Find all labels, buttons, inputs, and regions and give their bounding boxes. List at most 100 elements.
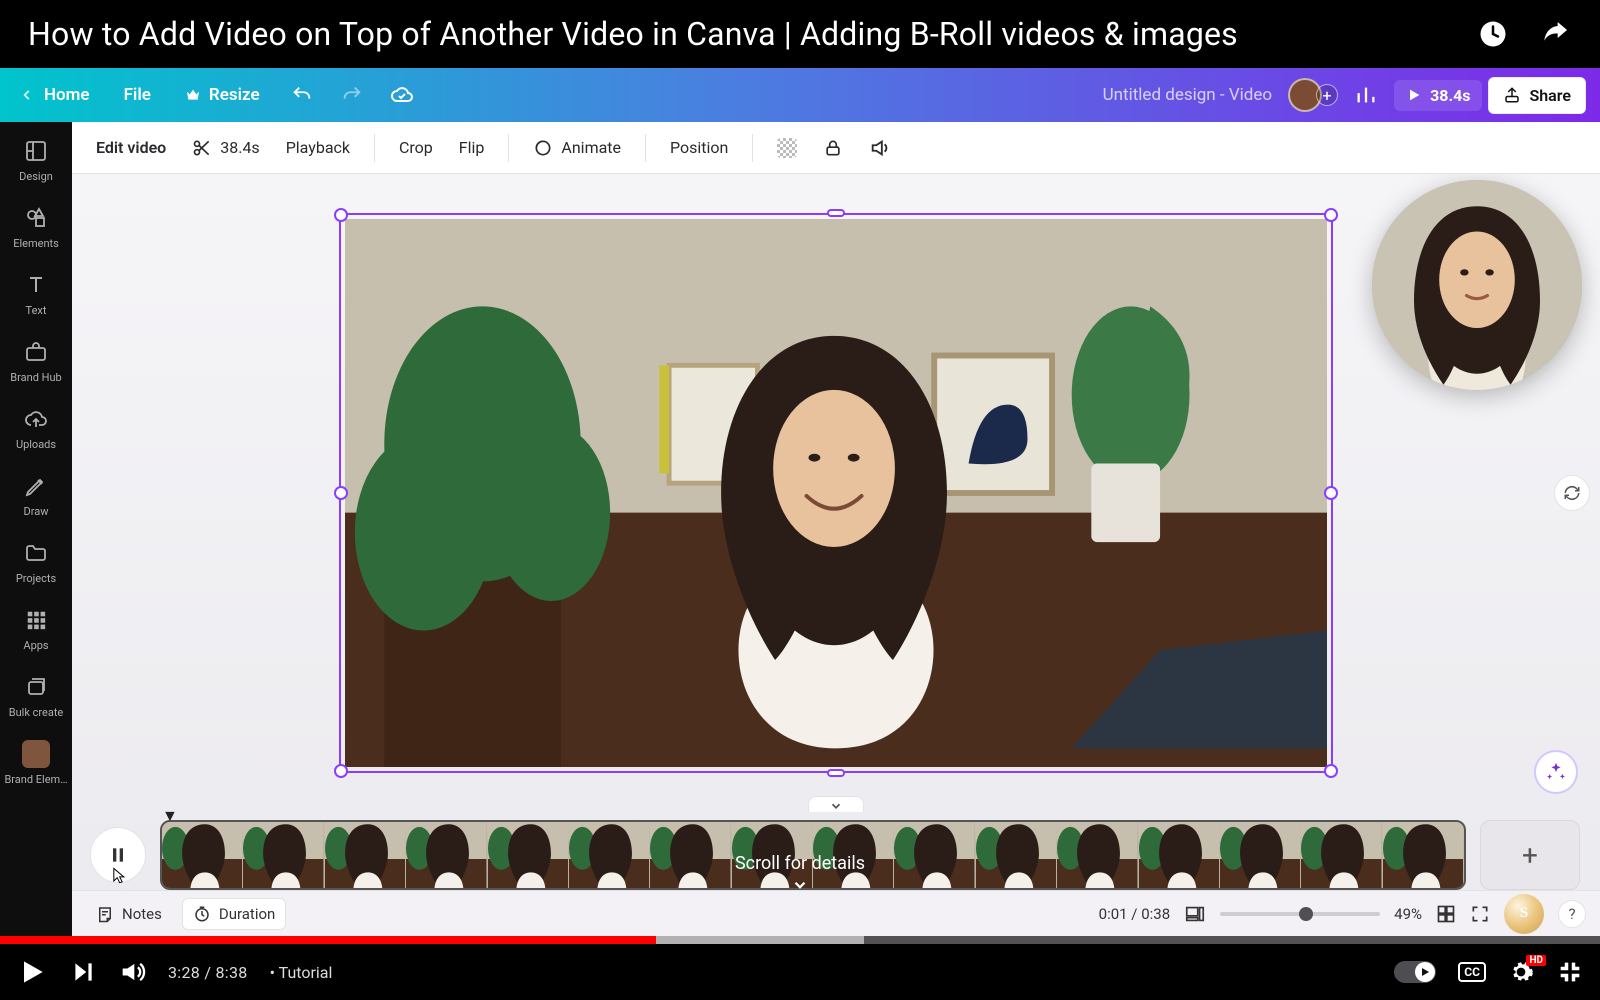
crop-button[interactable]: Crop xyxy=(391,132,441,163)
cloud-upload-icon xyxy=(24,406,48,432)
refresh-icon[interactable] xyxy=(1554,475,1590,511)
side-label: Projects xyxy=(16,572,56,585)
trim-button[interactable]: 38.4s xyxy=(184,132,267,164)
timeline-time: 0:01 / 0:38 xyxy=(1099,905,1170,923)
side-bulk-create[interactable]: Bulk create xyxy=(0,666,72,729)
animate-button[interactable]: Animate xyxy=(525,132,629,164)
document-title[interactable]: Untitled design - Video xyxy=(1103,85,1272,105)
grid-view-icon[interactable] xyxy=(1436,904,1456,924)
chevron-down-icon xyxy=(791,876,809,894)
selected-element[interactable] xyxy=(339,213,1333,773)
collaborators[interactable]: + xyxy=(1288,78,1338,112)
next-button[interactable] xyxy=(70,959,96,985)
resize-menu[interactable]: Resize xyxy=(171,77,274,113)
settings-button[interactable]: HD xyxy=(1508,959,1534,985)
page-view-icon[interactable] xyxy=(1184,903,1206,925)
shapes-icon xyxy=(24,205,48,231)
side-apps[interactable]: Apps xyxy=(0,599,72,662)
insights-icon[interactable] xyxy=(1344,75,1388,115)
captions-button[interactable]: CC xyxy=(1458,962,1486,982)
youtube-controls: 3:28 / 8:38 • Tutorial CC HD xyxy=(0,944,1600,1000)
zoom-thumb[interactable] xyxy=(1299,907,1313,921)
timeline-play-button[interactable] xyxy=(90,827,146,883)
fullscreen-icon[interactable] xyxy=(1470,904,1490,924)
volume-button[interactable] xyxy=(861,131,899,165)
exit-fullscreen-button[interactable] xyxy=(1556,958,1584,986)
cursor-icon xyxy=(108,866,128,886)
play-button[interactable] xyxy=(16,956,48,988)
side-elements[interactable]: Elements xyxy=(0,197,72,260)
scroll-hint: Scroll for details xyxy=(735,853,865,894)
video-content xyxy=(345,219,1327,767)
editor-stage: Edit video 38.4s Playback Crop Flip Anim… xyxy=(72,122,1600,936)
resize-handle[interactable] xyxy=(334,764,348,778)
folder-icon xyxy=(24,540,48,566)
autoplay-toggle[interactable] xyxy=(1394,961,1436,983)
text-icon xyxy=(24,272,48,298)
chapter-label[interactable]: • Tutorial xyxy=(270,963,333,982)
lock-button[interactable] xyxy=(815,132,851,164)
zoom-percent[interactable]: 49% xyxy=(1394,905,1422,923)
zoom-slider[interactable] xyxy=(1220,912,1380,916)
side-label: Draw xyxy=(24,505,49,518)
present-button[interactable]: 38.4s xyxy=(1394,80,1482,111)
bottom-bar: Notes Duration 0:01 / 0:38 49% S xyxy=(72,890,1600,936)
resize-handle[interactable] xyxy=(827,209,845,217)
side-draw[interactable]: Draw xyxy=(0,465,72,528)
lock-icon xyxy=(823,138,843,158)
watch-later-icon[interactable] xyxy=(1476,17,1510,51)
collapse-timeline-icon[interactable] xyxy=(808,796,864,812)
video-title: How to Add Video on Top of Another Video… xyxy=(28,15,1238,53)
add-collaborator-icon[interactable]: + xyxy=(1316,84,1338,106)
resize-handle[interactable] xyxy=(1324,764,1338,778)
resize-handle[interactable] xyxy=(827,769,845,777)
side-brand-elements[interactable]: Brand Elem… xyxy=(0,733,72,796)
transparency-button[interactable] xyxy=(769,132,805,164)
help-button[interactable]: ? xyxy=(1558,900,1586,928)
redo-button[interactable] xyxy=(330,75,374,115)
scissors-icon xyxy=(192,138,212,158)
home-label: Home xyxy=(44,85,90,105)
side-projects[interactable]: Projects xyxy=(0,532,72,595)
separator xyxy=(508,134,509,162)
presenter-bubble xyxy=(1372,180,1582,390)
volume-button[interactable] xyxy=(118,958,146,986)
share-button[interactable]: Share xyxy=(1488,77,1586,114)
side-label: Text xyxy=(26,304,47,317)
edit-video-button[interactable]: Edit video xyxy=(88,132,174,163)
side-label: Apps xyxy=(23,639,48,652)
resize-handle[interactable] xyxy=(1324,208,1338,222)
playback-button[interactable]: Playback xyxy=(278,132,358,163)
channel-avatar[interactable]: S xyxy=(1504,894,1544,934)
side-design[interactable]: Design xyxy=(0,130,72,193)
resize-handle[interactable] xyxy=(334,208,348,222)
side-text[interactable]: Text xyxy=(0,264,72,327)
crown-icon xyxy=(185,87,201,103)
side-label: Brand Hub xyxy=(10,371,61,384)
transparency-icon xyxy=(777,138,797,158)
side-uploads[interactable]: Uploads xyxy=(0,398,72,461)
magic-button[interactable] xyxy=(1534,750,1578,794)
resize-handle[interactable] xyxy=(334,486,348,500)
add-page-button[interactable]: + xyxy=(1480,820,1580,890)
side-rail: Design Elements Text Brand Hub Uploads xyxy=(0,122,72,936)
resize-handle[interactable] xyxy=(1324,486,1338,500)
undo-button[interactable] xyxy=(280,75,324,115)
cloud-sync-icon[interactable] xyxy=(380,75,424,115)
side-label: Uploads xyxy=(16,438,56,451)
file-menu[interactable]: File xyxy=(110,77,165,113)
brand-swatch xyxy=(22,741,50,767)
duration-button[interactable]: Duration xyxy=(182,898,286,930)
position-button[interactable]: Position xyxy=(662,132,736,163)
notes-button[interactable]: Notes xyxy=(86,899,172,929)
side-brand-hub[interactable]: Brand Hub xyxy=(0,331,72,394)
home-button[interactable]: Home xyxy=(6,77,104,113)
briefcase-icon xyxy=(24,339,48,365)
share-icon[interactable] xyxy=(1538,17,1572,51)
canvas[interactable] xyxy=(72,174,1600,812)
bulk-create-icon xyxy=(24,674,48,700)
flip-button[interactable]: Flip xyxy=(451,132,493,163)
youtube-progress[interactable] xyxy=(0,936,1600,944)
quality-badge: HD xyxy=(1526,955,1546,966)
side-label: Elements xyxy=(13,237,59,250)
